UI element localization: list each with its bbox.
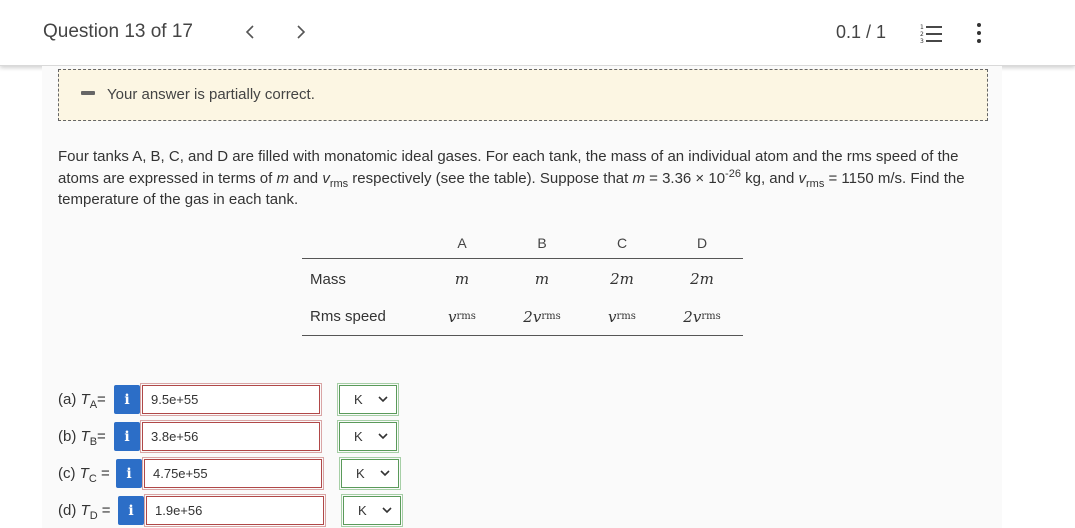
table-header: D <box>696 234 708 251</box>
feedback-message: Your answer is partially correct. <box>107 86 315 103</box>
svg-text:2: 2 <box>920 31 924 38</box>
chevron-down-icon <box>378 433 388 440</box>
table-row-rms-speed: Rms speed v rms 2 v rms v rms 2 v rms <box>302 298 743 336</box>
answer-label: (c) TC = <box>58 465 110 485</box>
table-header: A <box>457 234 467 251</box>
chevron-down-icon <box>378 396 388 403</box>
answer-input-a[interactable] <box>140 383 322 416</box>
answer-label: (b) TB= <box>58 428 106 448</box>
vertical-ellipsis-icon <box>977 23 981 27</box>
svg-text:1: 1 <box>920 24 924 31</box>
answer-row-b: (b) TB= i K <box>58 420 403 456</box>
table-cell: v rms <box>448 307 476 326</box>
table-header: B <box>537 234 547 251</box>
top-bar: Question 13 of 17 0.1 / 1 1 2 3 <box>0 0 1075 66</box>
answer-input-b[interactable] <box>140 420 322 453</box>
table-cell: 2 v rms <box>683 307 721 326</box>
problem-statement: Four tanks A, B, C, and D are filled wit… <box>58 148 965 208</box>
chevron-left-icon <box>245 25 254 39</box>
svg-text:3: 3 <box>920 38 924 45</box>
table-cell: m <box>534 270 550 288</box>
unit-select-c[interactable]: K <box>339 457 401 490</box>
info-button[interactable]: i <box>118 496 144 525</box>
answer-row-d: (d) TD = i K <box>58 494 403 528</box>
chevron-right-icon <box>297 25 306 39</box>
info-button[interactable]: i <box>114 385 140 414</box>
table-cell: 2m <box>610 270 634 288</box>
answer-label: (d) TD = <box>58 502 111 522</box>
answer-input-c[interactable] <box>142 457 324 490</box>
table-header: C <box>616 234 628 251</box>
answer-input-d[interactable] <box>144 494 326 527</box>
question-list-button[interactable]: 1 2 3 <box>918 20 944 46</box>
chevron-down-icon <box>382 507 392 514</box>
table-cell: 2m <box>690 270 714 288</box>
question-counter: Question 13 of 17 <box>43 21 193 42</box>
answer-label: (a) TA= <box>58 391 106 411</box>
table-row-mass: Mass m m 2m 2m <box>302 260 743 298</box>
row-label: Rms speed <box>310 308 386 325</box>
unit-select-b[interactable]: K <box>337 420 399 453</box>
row-label: Mass <box>310 270 346 288</box>
table-cell: v rms <box>608 307 636 326</box>
next-question-button[interactable] <box>289 18 313 46</box>
more-options-button[interactable] <box>970 20 988 46</box>
chevron-down-icon <box>380 470 390 477</box>
partial-indicator-icon <box>81 91 95 95</box>
info-button[interactable]: i <box>114 422 140 451</box>
table-header-row: A B C D <box>302 227 743 259</box>
unit-select-a[interactable]: K <box>337 383 399 416</box>
table-cell: m <box>454 270 470 288</box>
answer-row-c: (c) TC = i K <box>58 457 403 493</box>
feedback-banner: Your answer is partially correct. <box>58 69 988 121</box>
score-display: 0.1 / 1 <box>836 22 887 42</box>
unit-select-d[interactable]: K <box>341 494 403 527</box>
answer-row-a: (a) TA= i K <box>58 383 403 419</box>
table-cell: 2 v rms <box>523 307 561 326</box>
numbered-list-icon: 1 2 3 <box>920 24 942 45</box>
previous-question-button[interactable] <box>238 18 262 46</box>
info-button[interactable]: i <box>116 459 142 488</box>
